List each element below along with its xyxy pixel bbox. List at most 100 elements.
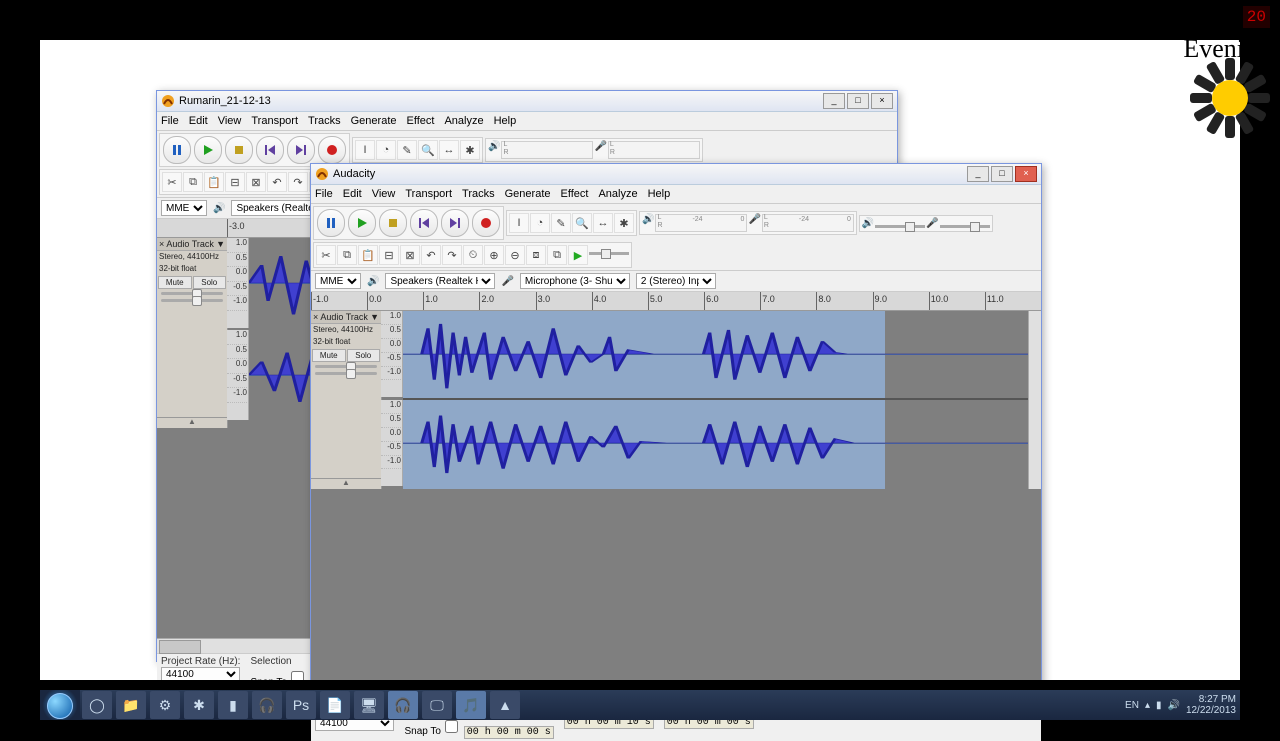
fit-project-icon[interactable]: ⧉ <box>547 245 567 265</box>
tray-up-icon[interactable]: ▴ <box>1145 700 1150 711</box>
menu-view[interactable]: View <box>372 188 396 200</box>
sync-lock-icon[interactable]: ⏲ <box>463 245 483 265</box>
trim-icon[interactable]: ⊟ <box>379 245 399 265</box>
silence-icon[interactable]: ⊠ <box>400 245 420 265</box>
close-button[interactable]: × <box>871 93 893 109</box>
selection-tool-icon[interactable]: I <box>355 140 375 160</box>
tray-volume-icon[interactable]: 🔊 <box>1167 700 1179 711</box>
playback-meter[interactable]: LR-240 <box>655 214 747 232</box>
menu-analyze[interactable]: Analyze <box>598 188 637 200</box>
taskbar-photoshop[interactable]: Ps <box>286 691 316 719</box>
channels-select[interactable]: 2 (Stereo) Inp <box>636 273 716 289</box>
envelope-tool-icon[interactable]: ◔ <box>376 140 396 160</box>
track-menu-icon[interactable]: ▼ <box>216 239 225 249</box>
close-button[interactable]: × <box>1015 166 1037 182</box>
tray-time[interactable]: 8:27 PM <box>1186 694 1236 705</box>
skip-end-button[interactable] <box>287 136 315 164</box>
track-panel[interactable]: ×Audio Track▼ Stereo, 44100Hz 32-bit flo… <box>311 311 382 489</box>
menu-edit[interactable]: Edit <box>189 115 208 127</box>
pan-slider[interactable] <box>311 370 381 377</box>
audacity-window-front[interactable]: Audacity _ □ × FileEditViewTransportTrac… <box>310 163 1042 695</box>
redo-icon[interactable]: ↷ <box>442 245 462 265</box>
menu-generate[interactable]: Generate <box>351 115 397 127</box>
zoom-tool-icon[interactable]: 🔍 <box>572 213 592 233</box>
taskbar-notepad[interactable]: 📄 <box>320 691 350 719</box>
menu-analyze[interactable]: Analyze <box>444 115 483 127</box>
minimize-button[interactable]: _ <box>823 93 845 109</box>
draw-tool-icon[interactable]: ✎ <box>551 213 571 233</box>
playback-meter[interactable]: LR <box>501 141 593 159</box>
track-collapse-icon[interactable]: ▲ <box>157 417 227 428</box>
maximize-button[interactable]: □ <box>847 93 869 109</box>
zoom-out-icon[interactable]: ⊖ <box>505 245 525 265</box>
tray-network-icon[interactable]: ▮ <box>1156 700 1162 711</box>
paste-icon[interactable]: 📋 <box>204 172 224 192</box>
pan-slider[interactable] <box>157 297 227 304</box>
track-collapse-icon[interactable]: ▲ <box>311 478 381 489</box>
tray-date[interactable]: 12/22/2013 <box>1186 705 1236 716</box>
menu-transport[interactable]: Transport <box>251 115 298 127</box>
timeshift-tool-icon[interactable]: ↔ <box>593 213 613 233</box>
menu-tracks[interactable]: Tracks <box>308 115 341 127</box>
silence-icon[interactable]: ⊠ <box>246 172 266 192</box>
fit-selection-icon[interactable]: ⧈ <box>526 245 546 265</box>
skip-start-button[interactable] <box>410 209 438 237</box>
start-button[interactable] <box>40 690 80 720</box>
output-volume-slider[interactable] <box>875 218 925 229</box>
menu-help[interactable]: Help <box>494 115 517 127</box>
host-select[interactable]: MME <box>315 273 361 289</box>
track-close-icon[interactable]: × <box>159 239 164 249</box>
maximize-button[interactable]: □ <box>991 166 1013 182</box>
menu-help[interactable]: Help <box>648 188 671 200</box>
track-menu-icon[interactable]: ▼ <box>370 312 379 322</box>
menu-effect[interactable]: Effect <box>561 188 589 200</box>
taskbar-chrome[interactable]: ◯ <box>82 691 112 719</box>
menu-edit[interactable]: Edit <box>343 188 362 200</box>
pause-button[interactable] <box>163 136 191 164</box>
redo-icon[interactable]: ↷ <box>288 172 308 192</box>
speed-slider[interactable] <box>589 245 629 265</box>
stop-button[interactable] <box>379 209 407 237</box>
play-button[interactable] <box>194 136 222 164</box>
taskbar-fan[interactable]: ✱ <box>184 691 214 719</box>
trim-icon[interactable]: ⊟ <box>225 172 245 192</box>
copy-icon[interactable]: ⧉ <box>183 172 203 192</box>
menu-generate[interactable]: Generate <box>505 188 551 200</box>
solo-button[interactable]: Solo <box>193 276 227 289</box>
record-button[interactable] <box>472 209 500 237</box>
minimize-button[interactable]: _ <box>967 166 989 182</box>
taskbar-audacity2[interactable]: 🎵 <box>456 691 486 719</box>
track-close-icon[interactable]: × <box>313 312 318 322</box>
menu-tracks[interactable]: Tracks <box>462 188 495 200</box>
menu-effect[interactable]: Effect <box>407 115 435 127</box>
output-select[interactable]: Speakers (Realtek High <box>385 273 495 289</box>
pause-button[interactable] <box>317 209 345 237</box>
selection-start[interactable]: 00 h 00 m 00 s <box>464 726 554 739</box>
taskbar-monitor[interactable]: 🖵 <box>422 691 452 719</box>
taskbar-bars[interactable]: ▮ <box>218 691 248 719</box>
waveform-right[interactable] <box>403 400 1029 486</box>
envelope-tool-icon[interactable]: ◔ <box>530 213 550 233</box>
draw-tool-icon[interactable]: ✎ <box>397 140 417 160</box>
system-tray[interactable]: EN ▴ ▮ 🔊 8:27 PM12/22/2013 <box>1125 690 1236 720</box>
vertical-scrollbar[interactable] <box>1028 311 1041 489</box>
taskbar[interactable]: ◯ 📁 ⚙ ✱ ▮ 🎧 Ps 📄 🖥 🎧 🖵 🎵 ▲ EN ▴ ▮ 🔊 8:27… <box>40 690 1240 720</box>
snapto-checkbox[interactable]: Snap To <box>404 726 461 737</box>
zoom-tool-icon[interactable]: 🔍 <box>418 140 438 160</box>
menu-view[interactable]: View <box>218 115 242 127</box>
input-select[interactable]: Microphone (3- Shure D <box>520 273 630 289</box>
record-meter[interactable]: LR-240 <box>762 214 854 232</box>
play-at-speed-icon[interactable]: ▶ <box>568 245 588 265</box>
input-volume-slider[interactable] <box>940 218 990 229</box>
undo-icon[interactable]: ↶ <box>267 172 287 192</box>
play-button[interactable] <box>348 209 376 237</box>
menu-file[interactable]: File <box>161 115 179 127</box>
timeshift-tool-icon[interactable]: ↔ <box>439 140 459 160</box>
taskbar-explorer[interactable]: 📁 <box>116 691 146 719</box>
copy-icon[interactable]: ⧉ <box>337 245 357 265</box>
timeline-ruler[interactable]: -1.00.01.02.03.04.05.06.07.08.09.010.011… <box>311 292 1041 311</box>
waveform-left[interactable] <box>403 311 1029 397</box>
host-select[interactable]: MME <box>161 200 207 216</box>
taskbar-headphones[interactable]: 🎧 <box>252 691 282 719</box>
taskbar-sysinfo[interactable]: 🖥 <box>354 691 384 719</box>
